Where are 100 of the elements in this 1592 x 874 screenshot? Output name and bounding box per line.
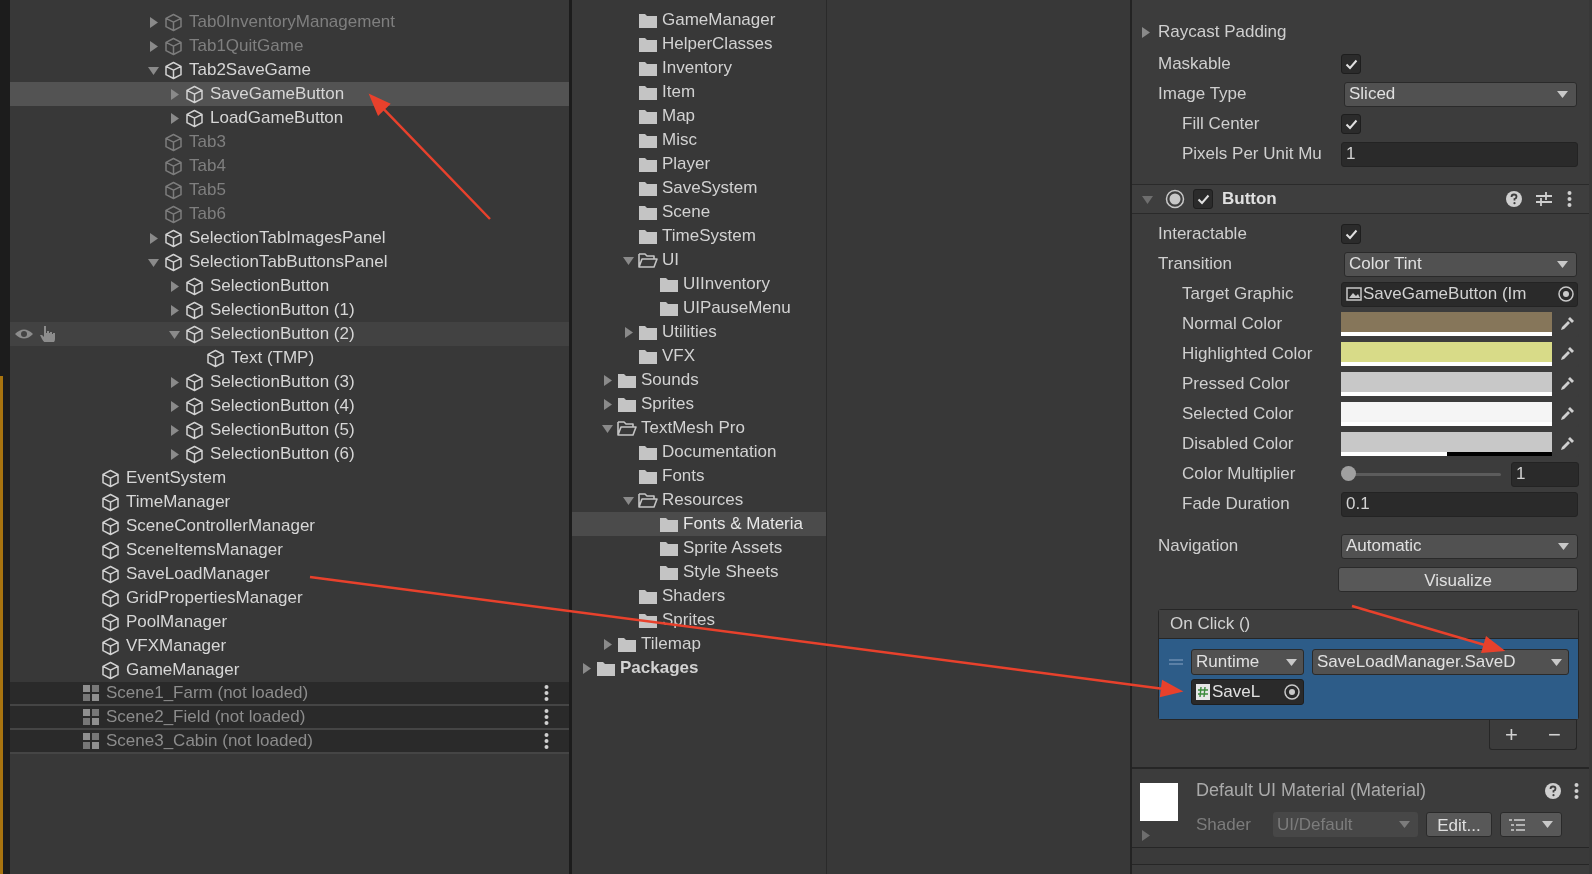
object-name[interactable]: SelectionButton (2)	[210, 321, 355, 347]
options-dropdown[interactable]	[1500, 812, 1562, 838]
folder-name[interactable]: Inventory	[662, 55, 732, 81]
object-name[interactable]: SelectionButton (1)	[210, 297, 355, 323]
tree-arrow-icon[interactable]	[169, 304, 180, 316]
more-icon[interactable]	[1567, 190, 1572, 208]
tree-arrow-icon[interactable]	[169, 448, 180, 460]
tree-arrow-icon[interactable]	[622, 254, 634, 266]
object-name[interactable]: GameManager	[126, 657, 240, 683]
tree-arrow-icon[interactable]	[169, 400, 180, 412]
highlighted-row[interactable]: Fonts & Materia	[572, 512, 826, 536]
object-name[interactable]: LoadGameButton	[210, 105, 344, 131]
tree-arrow-icon[interactable]	[169, 280, 180, 292]
number-field[interactable]: 1	[1511, 461, 1579, 487]
tree-arrow-icon[interactable]	[148, 64, 159, 76]
more-icon[interactable]	[544, 732, 549, 750]
object-name[interactable]: SceneItemsManager	[126, 537, 283, 563]
dropdown[interactable]: Color Tint	[1344, 251, 1577, 277]
tree-arrow-icon[interactable]	[622, 326, 634, 338]
tree-arrow-icon[interactable]	[622, 494, 634, 506]
preset-icon[interactable]	[1535, 190, 1553, 208]
tree-arrow-icon[interactable]	[601, 422, 613, 434]
tree-arrow-icon[interactable]	[148, 40, 159, 52]
object-name[interactable]: Text (TMP)	[231, 345, 315, 371]
tree-arrow-icon[interactable]	[169, 376, 180, 388]
folder-name[interactable]: Sounds	[641, 367, 699, 393]
folder-name[interactable]: VFX	[662, 343, 696, 369]
folder-name[interactable]: Tilemap	[641, 631, 701, 657]
object-name[interactable]: SaveGameButton	[210, 81, 345, 107]
color-field[interactable]	[1341, 371, 1552, 397]
scene-row[interactable]: Scene2_Field (not loaded)	[10, 706, 569, 730]
object-name[interactable]: SelectionButton	[210, 273, 330, 299]
tree-arrow-icon[interactable]	[601, 374, 613, 386]
folder-name[interactable]: UIPauseMenu	[683, 295, 791, 321]
dropdown[interactable]: Automatic	[1341, 533, 1578, 559]
object-name[interactable]: TimeManager	[126, 489, 231, 515]
tree-arrow-icon[interactable]	[601, 398, 613, 410]
checkbox[interactable]	[1193, 189, 1213, 209]
object-name[interactable]: SaveLoadManager	[126, 561, 270, 587]
folder-name[interactable]: Shaders	[662, 583, 726, 609]
dropdown[interactable]: Sliced	[1344, 81, 1577, 107]
tree-arrow-icon[interactable]	[148, 16, 159, 28]
slider[interactable]	[1341, 466, 1501, 482]
remove-button[interactable]: −	[1548, 718, 1561, 751]
edit-button[interactable]: Edit...	[1426, 812, 1492, 838]
checkbox[interactable]	[1341, 54, 1361, 74]
folder-name[interactable]: TextMesh Pro	[641, 415, 745, 441]
tree-arrow-icon[interactable]	[580, 662, 592, 674]
highlighted-row[interactable]: SelectionButton (2)	[10, 322, 569, 346]
object-name[interactable]: EventSystem	[126, 465, 227, 491]
hand-icon[interactable]	[40, 325, 56, 342]
number-field[interactable]: 0.1	[1341, 491, 1578, 517]
object-name[interactable]: SelectionTabButtonsPanel	[189, 249, 388, 275]
scene-name[interactable]: Scene2_Field (not loaded)	[106, 704, 544, 730]
target-icon[interactable]	[1555, 283, 1577, 305]
object-name[interactable]: SelectionTabImagesPanel	[189, 225, 386, 251]
folder-name[interactable]: Player	[662, 151, 711, 177]
scene-name[interactable]: Scene3_Cabin (not loaded)	[106, 728, 544, 754]
foldout-arrow-icon[interactable]	[1142, 193, 1153, 205]
folder-name[interactable]: Fonts & Materia	[683, 511, 803, 537]
object-name[interactable]: Tab2SaveGame	[189, 57, 311, 83]
object-field[interactable]: SaveL	[1191, 679, 1304, 705]
foldout-arrow-icon[interactable]	[1140, 830, 1151, 841]
folder-name[interactable]: GameManager	[662, 7, 776, 33]
event-entry[interactable]: Runtime SaveLoadManager.SaveD SaveL	[1159, 639, 1578, 719]
folder-name[interactable]: Map	[662, 103, 696, 129]
folder-name[interactable]: Misc	[662, 127, 697, 153]
object-name[interactable]: SelectionButton (3)	[210, 369, 355, 395]
slider-thumb[interactable]	[1341, 466, 1356, 481]
object-name[interactable]: SelectionButton (5)	[210, 417, 355, 443]
object-field[interactable]: SaveGameButton (Im	[1341, 281, 1578, 307]
folder-name[interactable]: Packages	[620, 655, 699, 681]
component-header[interactable]: Button	[1132, 184, 1589, 214]
tree-arrow-icon[interactable]	[601, 638, 613, 650]
folder-name[interactable]: UI	[662, 247, 679, 273]
color-field[interactable]	[1341, 311, 1552, 337]
function-dropdown[interactable]: SaveLoadManager.SaveD	[1312, 649, 1569, 675]
folder-name[interactable]: HelperClasses	[662, 31, 773, 57]
object-name[interactable]: SceneControllerManager	[126, 513, 315, 539]
color-field[interactable]	[1341, 341, 1552, 367]
folder-name[interactable]: TimeSystem	[662, 223, 756, 249]
object-name[interactable]: SelectionButton (4)	[210, 393, 355, 419]
tree-arrow-icon[interactable]	[169, 424, 180, 436]
folder-name[interactable]: Fonts	[662, 463, 705, 489]
object-name[interactable]: VFXManager	[126, 633, 227, 659]
add-button[interactable]: +	[1505, 718, 1518, 751]
more-icon[interactable]	[544, 708, 549, 726]
drag-handle-icon[interactable]	[1169, 659, 1183, 665]
number-field[interactable]: 1	[1341, 141, 1578, 167]
folder-name[interactable]: Utilities	[662, 319, 717, 345]
scene-row[interactable]: Scene1_Farm (not loaded)	[10, 682, 569, 706]
scene-name[interactable]: Scene1_Farm (not loaded)	[106, 680, 544, 706]
more-icon[interactable]	[544, 684, 549, 702]
folder-name[interactable]: Style Sheets	[683, 559, 779, 585]
folder-name[interactable]: Sprite Assets	[683, 535, 783, 561]
folder-name[interactable]: Scene	[662, 199, 711, 225]
tree-arrow-icon[interactable]	[169, 112, 180, 124]
object-name[interactable]: SelectionButton (6)	[210, 441, 355, 467]
object-name[interactable]: GridPropertiesManager	[126, 585, 303, 611]
scene-row[interactable]: Scene3_Cabin (not loaded)	[10, 730, 569, 754]
